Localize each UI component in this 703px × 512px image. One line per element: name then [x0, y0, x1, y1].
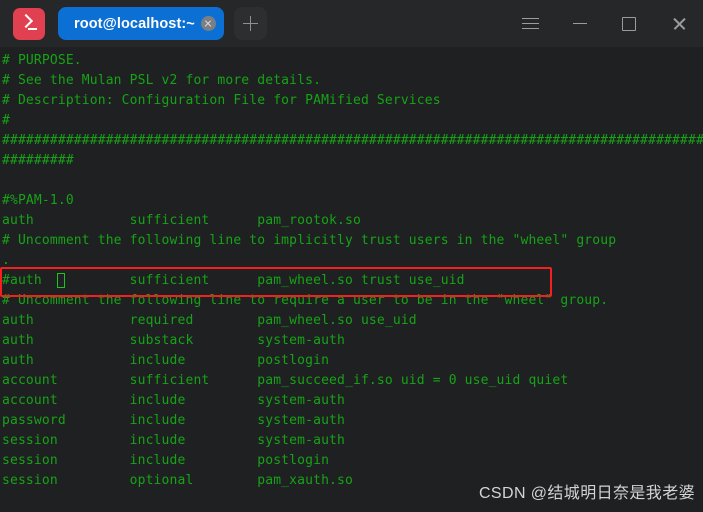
terminal-line: .	[2, 253, 10, 268]
terminal-line: #	[2, 113, 10, 128]
terminal-line: # PURPOSE.	[2, 53, 82, 68]
tab-root-localhost[interactable]: root@localhost:~	[58, 7, 224, 40]
terminal-line: account sufficient pam_succeed_if.so uid…	[2, 373, 569, 388]
terminal-line: # See the Mulan PSL v2 for more details.	[2, 73, 322, 88]
terminal-window: root@localhost:~ # PURPOSE. # See the Mul…	[0, 0, 703, 512]
terminal-prompt-icon	[13, 7, 45, 40]
chevron-right-icon	[18, 13, 34, 28]
terminal-line: auth required pam_wheel.so use_uid	[2, 313, 417, 328]
terminal-line: #%PAM-1.0	[2, 193, 74, 208]
terminal-output[interactable]: # PURPOSE. # See the Mulan PSL v2 for mor…	[0, 47, 703, 512]
tab-close-icon[interactable]	[200, 16, 216, 31]
watermark: CSDN @结城明日奈是我老婆	[478, 485, 695, 502]
close-icon	[672, 16, 687, 31]
terminal-line: account include system-auth	[2, 393, 345, 408]
terminal-line: auth sufficient pam_rootok.so	[2, 213, 361, 228]
tab-label: root@localhost:~	[74, 15, 195, 32]
terminal-line: auth include postlogin	[2, 353, 330, 368]
maximize-button[interactable]	[606, 0, 652, 47]
close-button[interactable]	[656, 0, 702, 47]
terminal-line: # Description: Configuration File for PA…	[2, 93, 441, 108]
terminal-line: password include system-auth	[2, 413, 345, 428]
terminal-line: # Uncomment the following line to requir…	[2, 293, 609, 308]
hamburger-icon	[521, 17, 539, 30]
menu-button[interactable]	[507, 0, 553, 47]
minimize-icon	[573, 22, 587, 25]
minimize-button[interactable]	[557, 0, 603, 47]
text-cursor	[56, 273, 65, 288]
new-tab-button[interactable]	[233, 7, 267, 40]
terminal-line: # Uncomment the following line to implic…	[2, 233, 617, 248]
terminal-line: #auth sufficient pam_wheel.so trust use_…	[2, 273, 465, 288]
terminal-line: session include postlogin	[2, 453, 330, 468]
terminal-line: session optional pam_xauth.so	[2, 473, 353, 488]
underscore-icon	[28, 27, 37, 30]
title-bar: root@localhost:~	[0, 0, 703, 47]
terminal-line: #########	[2, 153, 74, 168]
terminal-line: session include system-auth	[2, 433, 345, 448]
maximize-icon	[622, 16, 636, 31]
terminal-line: auth substack system-auth	[2, 333, 345, 348]
terminal-line: ########################################…	[2, 133, 703, 148]
